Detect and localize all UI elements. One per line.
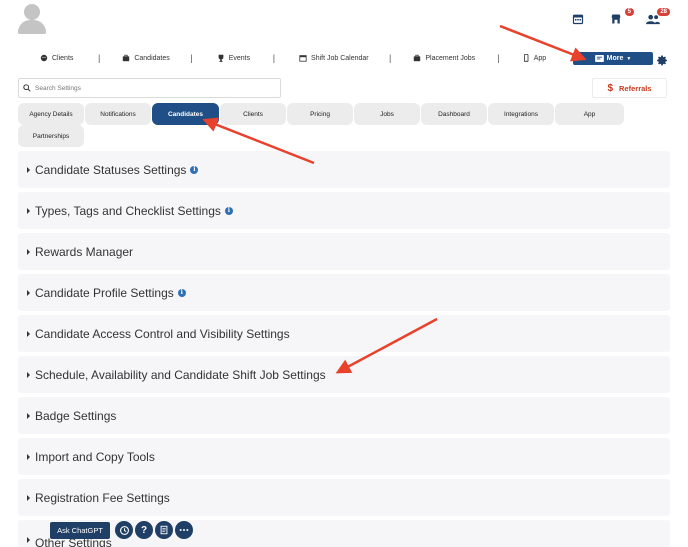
nav-separator: |: [98, 53, 101, 63]
tab-pricing[interactable]: Pricing: [287, 103, 353, 125]
search-icon: [23, 84, 31, 92]
store-icon[interactable]: 5: [610, 8, 634, 26]
phone-icon: [523, 54, 529, 62]
nav-placement-jobs[interactable]: Placement Jobs: [413, 54, 497, 62]
info-icon[interactable]: i: [224, 206, 233, 215]
people-badge: 28: [657, 8, 670, 16]
ask-chatgpt-button[interactable]: Ask ChatGPT: [50, 522, 110, 539]
info-icon[interactable]: i: [190, 165, 199, 174]
referrals-button[interactable]: $ Referrals: [592, 78, 667, 98]
caret-right-icon: [27, 166, 30, 173]
user-avatar[interactable]: [18, 4, 46, 34]
candidates-icon: [123, 54, 130, 62]
nav-candidates[interactable]: Candidates: [122, 54, 190, 62]
section-registration-fee[interactable]: Registration Fee Settings: [18, 479, 670, 516]
caret-right-icon: [27, 248, 30, 255]
nav-separator: |: [389, 53, 392, 63]
calendar-icon: [299, 55, 307, 62]
search-bar: [18, 78, 281, 98]
caret-right-icon: [27, 207, 30, 214]
caret-right-icon: [27, 453, 30, 460]
main-nav: Clients | Candidates | Events | Shift Jo…: [40, 51, 546, 65]
section-rewards-manager[interactable]: Rewards Manager: [18, 233, 670, 270]
tab-app[interactable]: App: [555, 103, 624, 125]
nav-separator: |: [272, 53, 276, 63]
trophy-icon: [218, 54, 224, 62]
caret-right-icon: [27, 371, 30, 378]
avatar-head: [24, 4, 40, 20]
section-types-tags-checklist[interactable]: Types, Tags and Checklist Settings i: [18, 192, 670, 229]
store-badge: 5: [624, 8, 634, 16]
nav-events[interactable]: Events: [217, 54, 273, 62]
tab-candidates[interactable]: Candidates: [152, 103, 219, 125]
caret-right-icon: [27, 330, 30, 337]
calendar-icon[interactable]: [572, 12, 588, 26]
more-button[interactable]: More ▼: [573, 52, 653, 65]
briefcase-icon: [414, 54, 421, 62]
tab-integrations[interactable]: Integrations: [488, 103, 554, 125]
tab-clients[interactable]: Clients: [220, 103, 286, 125]
chevron-down-icon: ▼: [626, 55, 632, 62]
section-access-control-visibility[interactable]: Candidate Access Control and Visibility …: [18, 315, 670, 352]
section-import-copy-tools[interactable]: Import and Copy Tools: [18, 438, 670, 475]
search-input[interactable]: [35, 84, 265, 92]
avatar-body: [18, 20, 46, 34]
section-candidate-profile[interactable]: Candidate Profile Settings i: [18, 274, 670, 311]
nav-separator: |: [190, 53, 193, 63]
dollar-icon: $: [607, 82, 614, 94]
info-icon[interactable]: i: [177, 288, 186, 297]
nav-clients[interactable]: Clients: [40, 54, 98, 62]
caret-right-icon: [27, 412, 30, 419]
more-icon: [594, 55, 604, 62]
caret-right-icon: [27, 289, 30, 296]
people-icon[interactable]: 28: [646, 8, 670, 26]
more-options-icon[interactable]: [175, 521, 193, 539]
tab-agency-details[interactable]: Agency Details: [18, 103, 84, 125]
clients-icon: [40, 54, 48, 62]
gear-icon[interactable]: [657, 53, 668, 66]
section-candidate-statuses[interactable]: Candidate Statuses Settings i: [18, 151, 670, 188]
tab-notifications[interactable]: Notifications: [85, 103, 151, 125]
nav-shift-job-calendar[interactable]: Shift Job Calendar: [299, 54, 389, 62]
book-icon[interactable]: [155, 521, 173, 539]
tab-jobs[interactable]: Jobs: [354, 103, 420, 125]
history-icon[interactable]: [115, 521, 133, 539]
tab-dashboard[interactable]: Dashboard: [421, 103, 487, 125]
caret-right-icon: [27, 537, 30, 543]
help-icon[interactable]: ?: [135, 521, 153, 539]
section-badge-settings[interactable]: Badge Settings: [18, 397, 670, 434]
section-schedule-availability-shift[interactable]: Schedule, Availability and Candidate Shi…: [18, 356, 670, 393]
nav-app[interactable]: App: [522, 54, 546, 62]
nav-separator: |: [497, 53, 500, 63]
caret-right-icon: [27, 494, 30, 501]
tab-partnerships[interactable]: Partnerships: [18, 125, 84, 147]
